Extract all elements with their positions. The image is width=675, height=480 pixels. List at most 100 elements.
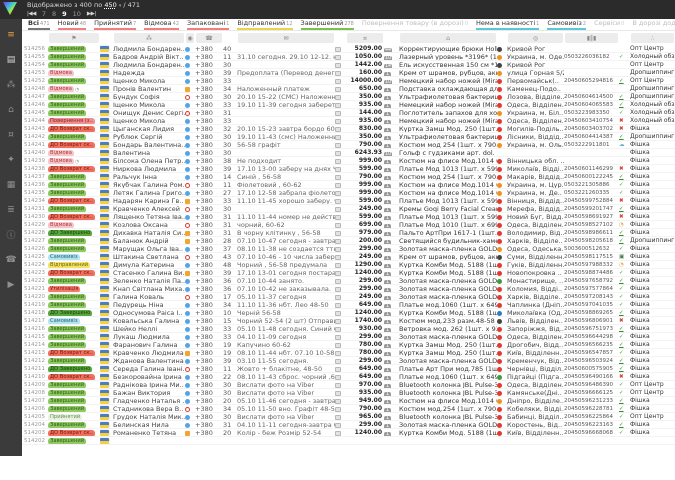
app-logo-icon[interactable]: [3, 2, 17, 15]
tab-4[interactable]: Запаковані1: [187, 19, 229, 30]
col-phone-suffix[interactable]: [223, 32, 237, 45]
order-row[interactable]: 514234ДО Возврат ск..Надарян Каринэ Гв..…: [22, 197, 675, 205]
order-row[interactable]: 514252ЗавершенийІщенко Микола+3803314000…: [22, 77, 675, 85]
col-tag[interactable]: ∴: [630, 32, 675, 45]
order-row[interactable]: 514204ЗавершенийБелинская Нила+3803104.1…: [22, 421, 675, 429]
order-row[interactable]: 514241ДО Возврат ск..Бондарь Валентина..…: [22, 141, 675, 149]
order-row[interactable]: 514254ЗавершенийЛюдмила Бондарен..+38030…: [22, 61, 675, 69]
col-id[interactable]: [22, 32, 48, 45]
page-number[interactable]: 8: [52, 10, 56, 18]
tab-7[interactable]: Повернення товару (в дорозі)0: [362, 19, 468, 30]
col-channel[interactable]: [335, 32, 346, 45]
menu-icon[interactable]: ≡: [0, 22, 22, 47]
support-icon[interactable]: ☎: [0, 247, 22, 272]
col-delivery[interactable]: [497, 32, 507, 45]
order-row[interactable]: 514226ЗавершенийМарущак Ольга Іва..+3803…: [22, 245, 675, 253]
tab-2[interactable]: Прийнятий7: [94, 19, 136, 30]
tab-10[interactable]: Сервіси0: [594, 19, 624, 30]
page-number[interactable]: 9: [62, 10, 67, 18]
col-source[interactable]: ◉: [185, 32, 195, 45]
col-flag[interactable]: [100, 32, 113, 45]
order-row[interactable]: 514221УтилізаціяКнап Світлана Миха..+380…: [22, 285, 675, 293]
order-row[interactable]: 514225СамовивізШтакина Светлана+3804307.…: [22, 253, 675, 261]
video-tutorial-icon[interactable]: ▶: [0, 272, 22, 297]
order-row[interactable]: 514227ЗавершенийБаланюк Андрій+3802807.1…: [22, 237, 675, 245]
order-row[interactable]: 514213ДО Возврат ск..Кравченко Людмила+3…: [22, 349, 675, 357]
order-row[interactable]: 514207ЗавершенийГладченко Наталья ..+380…: [22, 397, 675, 405]
order-row[interactable]: 514224ВідправленийДимула Катерина+38048Ч…: [22, 261, 675, 269]
stats-icon[interactable]: ▦: [0, 172, 22, 197]
order-row[interactable]: 514245ЗавершенийОнищук Денис Сергі..+380…: [22, 109, 675, 117]
order-row[interactable]: 514235ЗавершенийЛетяк Галина Григо..+380…: [22, 189, 675, 197]
tab-9[interactable]: Самовивіз2: [547, 19, 586, 30]
order-row[interactable]: 514214ЗавершенийФаранович Галина+38019Ка…: [22, 341, 675, 349]
order-row[interactable]: 514208ЗавершенийБажан Виктория+38030Висл…: [22, 389, 675, 397]
tab-8[interactable]: Нема в наявності1: [476, 19, 539, 30]
order-row[interactable]: 514223ДО Возврат ск..Стасенко Галина Ви.…: [22, 269, 675, 277]
col-customer[interactable]: ⁂: [113, 32, 185, 45]
contacts-icon[interactable]: ⁂: [0, 72, 22, 97]
order-row[interactable]: 514242ЗавершенийРублюк Сергій+3803019.10…: [22, 133, 675, 141]
order-row[interactable]: 514236ЗавершенийЯкубчак Галина Ром..+380…: [22, 181, 675, 189]
order-row[interactable]: 514239Відмова◔Білсока Олена Петр..+38038…: [22, 157, 675, 165]
finance-icon[interactable]: ¤: [0, 122, 22, 147]
order-row[interactable]: 514210ДО Возврат ск..Безкоровайна Ірина+…: [22, 373, 675, 381]
order-row[interactable]: 514218ДО ЗавершеноОдносумова Раіса І..+3…: [22, 309, 675, 317]
pagination-summary[interactable]: Відображено з 400 по 450 ▾ / 471: [27, 1, 140, 9]
bank-icon[interactable]: ⌂: [0, 97, 22, 122]
order-row[interactable]: 514202Завершений: [22, 437, 675, 445]
order-row[interactable]: 514243ДО Возврат ск..Цыганская Лидия+380…: [22, 125, 675, 133]
orders-icon[interactable]: ▤: [0, 47, 22, 72]
order-row[interactable]: 514237ЗавершенийРальчук Інна+38014Синій …: [22, 173, 675, 181]
order-row[interactable]: 514220ЗавершенийГалина Коваль+3801705.10…: [22, 293, 675, 301]
first-page-icon[interactable]: |◀◀: [27, 11, 36, 17]
tab-3[interactable]: Відмова42: [144, 19, 179, 30]
order-row[interactable]: 514246ЗавершенийІщенко Микола+3803319.10…: [22, 101, 675, 109]
chevron-down-icon[interactable]: ▾: [119, 3, 122, 9]
order-row[interactable]: 514217СамовивізКовальська Галина+38015Чо…: [22, 317, 675, 325]
order-row[interactable]: 514205ПрийнятийГрудок Наталія Мик..+3803…: [22, 413, 675, 421]
order-row[interactable]: 514222ЗавершенийЗеленко Наталія Па..+380…: [22, 277, 675, 285]
col-city[interactable]: ◎: [507, 32, 564, 45]
order-row[interactable]: 514255ЗавершенийБадров Андрій Вікт..+380…: [22, 53, 675, 61]
promo-icon[interactable]: ✦: [0, 147, 22, 172]
col-total[interactable]: ¤: [346, 32, 384, 45]
order-row[interactable]: 514211ДО ЗавершеноСереда Галина Івані..+…: [22, 365, 675, 373]
order-row[interactable]: 514240ВідмоваВалентина+380306243.9310Гол…: [22, 149, 675, 157]
display-current[interactable]: 450: [104, 1, 116, 9]
order-row[interactable]: 514256ЗавершенийЛюдмила Бондарен..+38040…: [22, 45, 675, 53]
tab-5[interactable]: Відправлений12: [237, 19, 292, 30]
order-row[interactable]: 514248Відмова◔Пронів Валентин+38034Налож…: [22, 85, 675, 93]
tab-6[interactable]: Завершений278: [301, 19, 354, 30]
info-icon[interactable]: ⓘ: [0, 222, 22, 247]
page-number[interactable]: 10: [73, 10, 81, 18]
order-row[interactable]: 514206ЗавершенийСтадникова Вера В..+3803…: [22, 405, 675, 413]
order-row[interactable]: 514228ДО ЗавершеноДихавка Наталія Си..+3…: [22, 229, 675, 237]
order-row[interactable]: 514238ДО Возврат ск..Ниркова Людмила+380…: [22, 165, 675, 173]
col-phone[interactable]: ☎: [195, 32, 223, 45]
last-page-icon[interactable]: ▶▶|: [87, 11, 96, 17]
order-row[interactable]: 514231ЗавершенийКравченко Алексей+380302…: [22, 205, 675, 213]
order-row[interactable]: 514229ВідмоваКозлова Оксана+38031чорний,…: [22, 221, 675, 229]
order-row[interactable]: 514247ЗавершенийБундук Софія+3803020.10 …: [22, 93, 675, 101]
tab-1[interactable]: Новий48: [58, 19, 87, 30]
order-row[interactable]: 514230ДО Возврат ск..Лященко Тетяна Іва.…: [22, 213, 675, 221]
order-row[interactable]: 514216ЗавершенийШейко Неллі+3803305.10 1…: [22, 325, 675, 333]
col-tracking[interactable]: ▮‖▮: [564, 32, 619, 45]
col-product[interactable]: ⌂: [399, 32, 497, 45]
order-row[interactable]: 514203ДО Возврат ск..Романенко Тетяна+38…: [22, 429, 675, 437]
order-row[interactable]: 514212ЗавершенийЖданова Валентина+380390…: [22, 357, 675, 365]
col-track-status[interactable]: [619, 32, 630, 45]
tab-11[interactable]: В дорозі додому0: [632, 19, 675, 30]
order-row[interactable]: 514253ВідмоваНадежда+38039Предоплата (Пе…: [22, 69, 675, 77]
settings-sliders-icon[interactable]: ≣: [0, 197, 22, 222]
order-row[interactable]: 514209ЗавершенийРаднікова Ірина Ми..+380…: [22, 381, 675, 389]
col-status[interactable]: ⚑: [48, 32, 100, 45]
col-qty[interactable]: [384, 32, 399, 45]
order-row[interactable]: 514244Повернення (з..Іщенко Микола+38033…: [22, 117, 675, 125]
order-row[interactable]: 514215ЗавершенийЛукаш Людмила+3803304.10…: [22, 333, 675, 341]
order-row[interactable]: 514219ЗавершенийПедурець Ніна+3803411.10…: [22, 301, 675, 309]
col-comment[interactable]: ✉: [237, 32, 335, 45]
page-number[interactable]: 7: [42, 10, 46, 18]
tab-all[interactable]: Всі471: [28, 19, 50, 30]
